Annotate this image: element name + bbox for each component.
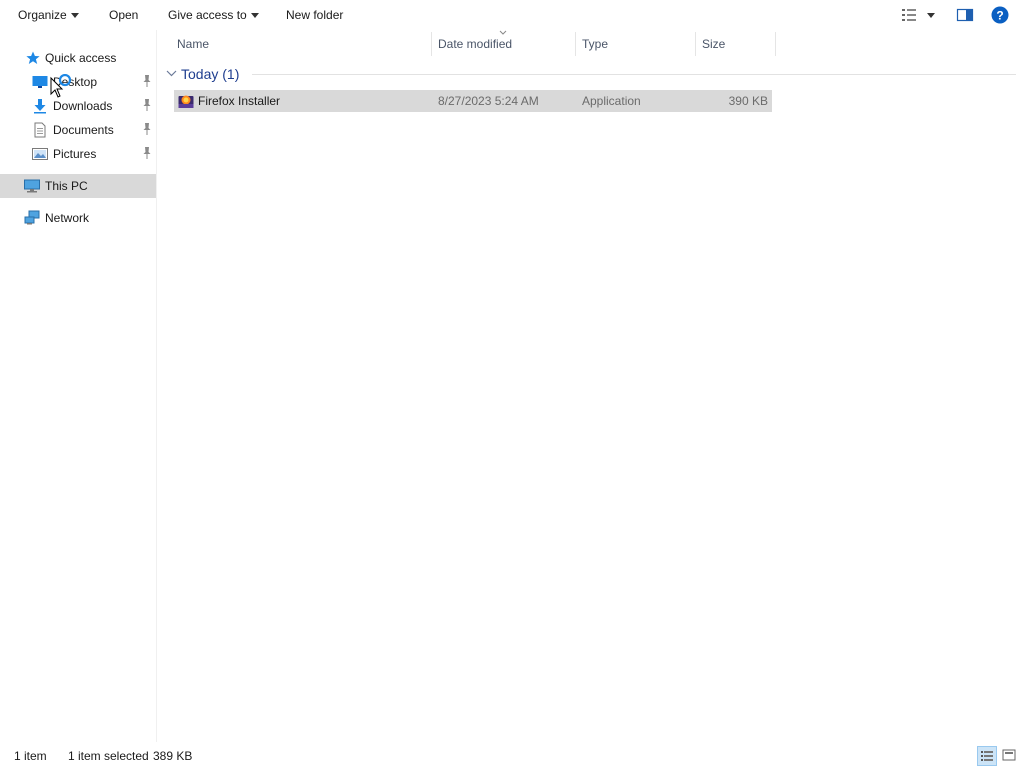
star-icon bbox=[26, 51, 40, 64]
pin-icon bbox=[143, 99, 151, 111]
organize-label: Organize bbox=[18, 8, 67, 22]
large-icons-view-icon bbox=[1002, 749, 1016, 761]
sidebar-item-pictures[interactable]: Pictures bbox=[0, 142, 156, 166]
column-header-label: Size bbox=[702, 37, 726, 51]
column-separator[interactable] bbox=[695, 32, 696, 56]
column-header-label: Type bbox=[582, 37, 609, 51]
item-count: 1 item bbox=[14, 749, 47, 763]
new-folder-button[interactable]: New folder bbox=[286, 0, 343, 30]
group-label: Today (1) bbox=[181, 66, 240, 82]
help-button[interactable]: ? bbox=[991, 6, 1009, 24]
sidebar-item-label: Pictures bbox=[53, 147, 97, 161]
sidebar-item-desktop[interactable]: Desktop bbox=[0, 70, 156, 94]
navigation-pane: Quick access Desktop Downloads Documents bbox=[0, 30, 157, 742]
file-date-modified: 8/27/2023 5:24 AM bbox=[438, 94, 539, 108]
chevron-down-icon bbox=[70, 13, 79, 19]
column-header-label: Date modified bbox=[438, 37, 513, 51]
svg-text:?: ? bbox=[996, 9, 1003, 23]
file-type: Application bbox=[582, 94, 641, 108]
network-icon bbox=[24, 210, 40, 225]
downloads-icon bbox=[34, 99, 46, 114]
status-bar: 1 item 1 item selected 389 KB bbox=[0, 744, 1024, 768]
pin-icon bbox=[143, 75, 151, 87]
column-header-label: Name bbox=[177, 37, 210, 51]
open-button[interactable]: Open bbox=[109, 0, 138, 30]
file-size: 390 KB bbox=[728, 94, 768, 108]
sort-indicator-icon bbox=[499, 30, 507, 35]
sidebar-item-quick-access[interactable]: Quick access bbox=[0, 46, 156, 70]
give-access-label: Give access to bbox=[168, 8, 247, 22]
desktop-icon bbox=[32, 76, 48, 88]
column-separator[interactable] bbox=[775, 32, 776, 56]
column-separator[interactable] bbox=[575, 32, 576, 56]
sidebar-item-documents[interactable]: Documents bbox=[0, 118, 156, 142]
preview-pane-button[interactable] bbox=[956, 6, 974, 24]
firefox-installer-icon bbox=[178, 95, 194, 108]
organize-button[interactable]: Organize bbox=[18, 0, 79, 30]
pin-icon bbox=[143, 147, 151, 159]
sidebar-item-label: Downloads bbox=[53, 99, 113, 113]
command-bar: Organize Open Give access to New folder … bbox=[0, 0, 1024, 30]
column-header-date-modified[interactable]: Date modified bbox=[438, 32, 512, 56]
selection-count: 1 item selected bbox=[68, 749, 149, 763]
chevron-down-icon bbox=[166, 70, 177, 77]
column-header-size[interactable]: Size bbox=[702, 32, 725, 56]
new-folder-label: New folder bbox=[286, 8, 344, 22]
pin-icon bbox=[143, 123, 151, 135]
give-access-button[interactable]: Give access to bbox=[168, 0, 259, 30]
help-icon: ? bbox=[991, 6, 1009, 24]
computer-icon bbox=[24, 179, 40, 193]
sidebar-item-label: Quick access bbox=[45, 51, 117, 65]
open-label: Open bbox=[109, 8, 139, 22]
sidebar-item-label: Desktop bbox=[53, 75, 98, 89]
documents-icon bbox=[34, 122, 46, 138]
details-view-icon bbox=[981, 751, 993, 761]
details-view-icon bbox=[902, 9, 935, 21]
sidebar-item-label: Network bbox=[45, 211, 90, 225]
column-header-type[interactable]: Type bbox=[582, 32, 608, 56]
large-icons-view-button[interactable] bbox=[1000, 746, 1020, 766]
sidebar-item-network[interactable]: Network bbox=[0, 206, 156, 230]
sidebar-item-downloads[interactable]: Downloads bbox=[0, 94, 156, 118]
details-view-button[interactable] bbox=[977, 746, 997, 766]
sidebar-item-this-pc[interactable]: This PC bbox=[0, 174, 156, 198]
column-separator[interactable] bbox=[431, 32, 432, 56]
selection-size: 389 KB bbox=[153, 749, 193, 763]
sidebar-item-label: Documents bbox=[53, 123, 114, 137]
sidebar-item-label: This PC bbox=[45, 179, 88, 193]
file-name: Firefox Installer bbox=[198, 94, 281, 108]
view-options-button[interactable] bbox=[900, 6, 940, 24]
pictures-icon bbox=[32, 148, 48, 160]
preview-pane-icon bbox=[956, 8, 974, 22]
chevron-down-icon bbox=[250, 13, 259, 19]
file-row[interactable]: Firefox Installer 8/27/2023 5:24 AM Appl… bbox=[174, 90, 772, 112]
group-divider bbox=[252, 74, 1016, 75]
column-header-name[interactable]: Name bbox=[177, 32, 209, 56]
